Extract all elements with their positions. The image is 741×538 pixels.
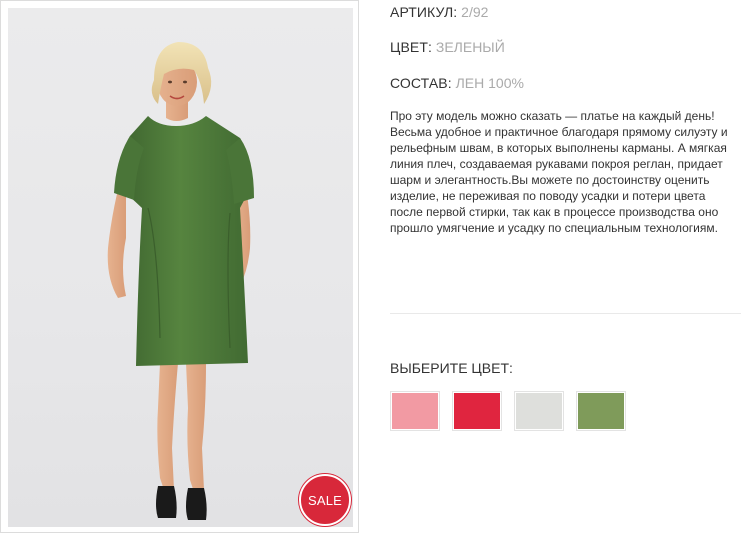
swatch-fill — [392, 393, 438, 429]
article-label: АРТИКУЛ: — [390, 4, 458, 20]
color-swatch-green[interactable] — [576, 391, 626, 431]
article-value: 2/92 — [461, 4, 489, 20]
color-swatch-light-gray[interactable] — [514, 391, 564, 431]
color-swatches — [390, 391, 626, 431]
product-description: Про эту модель можно сказать — платье на… — [390, 109, 728, 235]
model-illustration — [107, 42, 254, 520]
color-row: ЦВЕТ: ЗЕЛЕНЫЙ — [390, 37, 505, 57]
color-label: ЦВЕТ: — [390, 39, 432, 55]
divider — [390, 313, 741, 314]
article-row: АРТИКУЛ: 2/92 — [390, 2, 488, 22]
choose-color-title: ВЫБЕРИТЕ ЦВЕТ: — [390, 360, 513, 376]
color-swatch-red[interactable] — [452, 391, 502, 431]
swatch-fill — [454, 393, 500, 429]
product-photo[interactable]: SALE — [8, 8, 353, 527]
product-photo-frame: SALE — [0, 0, 359, 533]
color-swatch-pink[interactable] — [390, 391, 440, 431]
composition-value: ЛЕН 100% — [455, 75, 524, 91]
composition-row: СОСТАВ: ЛЕН 100% — [390, 73, 524, 93]
swatch-fill — [578, 393, 624, 429]
sale-badge: SALE — [299, 474, 351, 526]
swatch-fill — [516, 393, 562, 429]
composition-label: СОСТАВ: — [390, 75, 452, 91]
color-value: ЗЕЛЕНЫЙ — [435, 39, 505, 55]
